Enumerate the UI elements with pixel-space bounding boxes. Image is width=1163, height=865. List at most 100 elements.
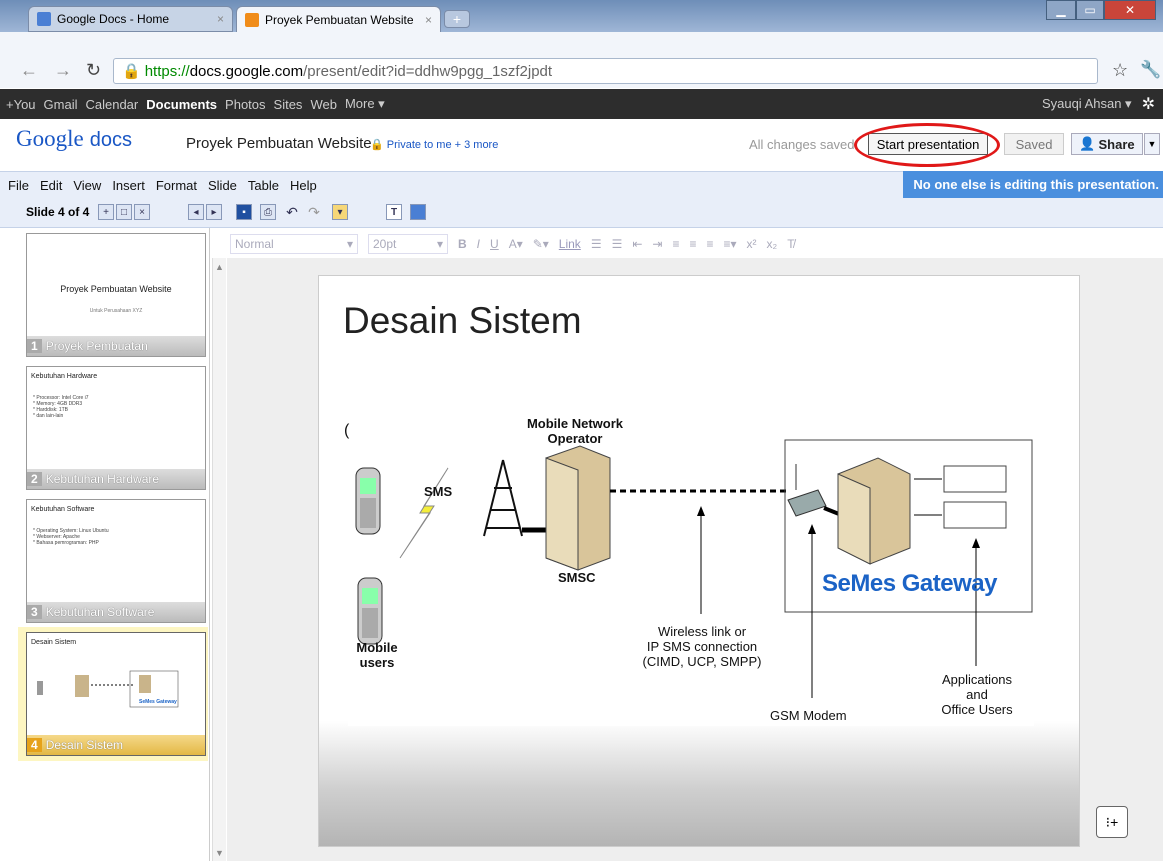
tab-docs-home[interactable]: Google Docs - Home × <box>28 6 233 32</box>
editing-notice: No one else is editing this presentation… <box>903 171 1163 198</box>
slide-thumbnail-3[interactable]: Kebutuhan Software * Operating System: L… <box>26 499 206 623</box>
close-tab-icon[interactable]: × <box>425 13 432 27</box>
align-left-icon[interactable]: ≡ <box>672 237 679 251</box>
gbar-link-photos[interactable]: Photos <box>225 97 265 112</box>
close-tab-icon[interactable]: × <box>217 12 224 26</box>
thumb-title: Desain Sistem <box>31 639 77 646</box>
maximize-button[interactable]: ▭ <box>1076 0 1104 20</box>
url-scheme: https:// <box>144 62 190 80</box>
numbered-list-icon[interactable]: ☰ <box>591 237 602 251</box>
print-icon[interactable]: ⎙ <box>260 204 276 220</box>
duplicate-slide-icon[interactable]: □ <box>116 204 132 220</box>
gbar-link-more[interactable]: More ▾ <box>345 96 385 112</box>
menu-format[interactable]: Format <box>156 178 197 193</box>
link-button[interactable]: Link <box>559 237 581 251</box>
increase-indent-icon[interactable]: ⇥ <box>652 237 662 251</box>
menu-insert[interactable]: Insert <box>112 178 145 193</box>
text-color-icon[interactable]: A▾ <box>509 237 523 251</box>
menu-edit[interactable]: Edit <box>40 178 62 193</box>
menu-slide[interactable]: Slide <box>208 178 237 193</box>
thumb-bullets: * Processor: Intel Core i7 * Memory: 4GB… <box>33 395 89 419</box>
line-spacing-icon[interactable]: ≡▾ <box>724 237 737 251</box>
superscript-icon[interactable]: x² <box>747 237 757 251</box>
document-title[interactable]: Proyek Pembuatan Website <box>186 135 372 152</box>
bookmark-star-icon[interactable]: ☆ <box>1112 60 1128 81</box>
system-diagram[interactable]: Mobile Network Operator SMS SMSC Mobile … <box>344 416 1034 726</box>
bold-icon[interactable]: B <box>458 237 467 251</box>
gateway-label: SeMes Gateway <box>822 570 997 597</box>
highlight-color-icon[interactable]: ✎▾ <box>533 237 549 251</box>
gear-icon[interactable]: ✲ <box>1142 94 1155 114</box>
clear-formatting-icon[interactable]: T̸ <box>787 237 794 251</box>
url-path: /present/edit?id=ddhw9pgg_1szf2jpdt <box>303 62 553 80</box>
gbar-link-you[interactable]: +You <box>6 97 36 112</box>
gbar-link-sites[interactable]: Sites <box>274 97 303 112</box>
saved-button[interactable]: Saved <box>1004 133 1064 155</box>
scroll-down-icon[interactable]: ▼ <box>215 848 224 858</box>
google-docs-logo[interactable]: Google docs <box>16 126 132 152</box>
style-select[interactable]: Normal ▾ <box>230 234 358 254</box>
svg-text:SeMes Gateway: SeMes Gateway <box>139 699 177 705</box>
gbar-link-gmail[interactable]: Gmail <box>44 97 78 112</box>
menu-table[interactable]: Table <box>248 178 279 193</box>
server-icon <box>545 445 611 571</box>
gbar-user-area: Syauqi Ahsan ▾ ✲ <box>1042 89 1155 119</box>
slide-title[interactable]: Desain Sistem <box>343 300 582 342</box>
menu-file[interactable]: File <box>8 178 29 193</box>
slide-thumbnail-4[interactable]: Desain Sistem SeMes Gateway 4 Desain Sist… <box>26 632 206 756</box>
forward-icon[interactable]: → <box>54 60 72 81</box>
scroll-up-icon[interactable]: ▲ <box>215 262 224 272</box>
delete-slide-icon[interactable]: × <box>134 204 150 220</box>
thumb-label: 1 Proyek Pembuatan <box>27 336 205 356</box>
paren-text: ( <box>344 422 350 439</box>
minimize-button[interactable]: ▁ <box>1046 0 1076 20</box>
slide-thumbnail-2[interactable]: Kebutuhan Hardware * Processor: Intel Co… <box>26 366 206 490</box>
move-slide-down-icon[interactable]: ▸ <box>206 204 222 220</box>
text-box-icon[interactable]: T <box>386 204 402 220</box>
subscript-icon[interactable]: x₂ <box>767 237 778 251</box>
tab-presentation[interactable]: Proyek Pembuatan Website × <box>236 6 441 32</box>
menu-help[interactable]: Help <box>290 178 317 193</box>
share-dropdown-icon[interactable]: ▼ <box>1144 133 1160 155</box>
reload-icon[interactable]: ↻ <box>86 60 101 81</box>
redo-icon[interactable]: ↷ <box>306 204 322 220</box>
thumb-subtitle: Untuk Perusahaan XYZ <box>89 308 143 314</box>
align-right-icon[interactable]: ≡ <box>707 237 714 251</box>
add-slide-icon[interactable]: + <box>98 204 114 220</box>
back-icon[interactable]: ← <box>20 60 38 81</box>
privacy-link[interactable]: 🔒 Private to me + 3 more <box>370 138 498 151</box>
gbar-link-documents[interactable]: Documents <box>146 97 217 112</box>
menu-view[interactable]: View <box>73 178 101 193</box>
image-icon[interactable] <box>410 204 426 220</box>
save-icon[interactable]: ▪ <box>236 204 252 220</box>
bulleted-list-icon[interactable]: ☰ <box>612 237 623 251</box>
share-button[interactable]: 👤 Share <box>1071 133 1143 155</box>
lock-small-icon: 🔒 <box>370 139 387 151</box>
gbar-link-web[interactable]: Web <box>310 97 337 112</box>
decrease-indent-icon[interactable]: ⇤ <box>632 237 642 251</box>
undo-icon[interactable]: ↶ <box>284 204 300 220</box>
insert-image-menu-icon[interactable]: ▾ <box>332 204 348 220</box>
url-host: docs.google.com <box>189 62 304 80</box>
thumb-label: 2 Kebutuhan Hardware <box>27 469 205 489</box>
thumb-number: 3 <box>27 605 42 619</box>
move-slide-up-icon[interactable]: ◂ <box>188 204 204 220</box>
user-menu[interactable]: Syauqi Ahsan ▾ <box>1042 96 1132 112</box>
underline-icon[interactable]: U <box>490 237 499 251</box>
slide-thumbnail-1[interactable]: Proyek Pembuatan Website Untuk Perusahaa… <box>26 233 206 357</box>
align-center-icon[interactable]: ≡ <box>689 237 696 251</box>
speaker-notes-icon[interactable]: ⁝+ <box>1096 806 1128 838</box>
google-bar: +You Gmail Calendar Documents Photos Sit… <box>0 89 1163 119</box>
sidebar-scrollbar[interactable] <box>212 258 226 861</box>
wrench-icon[interactable]: 🔧 <box>1140 60 1161 80</box>
logo-google: Google <box>16 126 84 151</box>
url-input[interactable]: 🔒 https://docs.google.com/present/edit?i… <box>113 58 1098 84</box>
privacy-text: Private to me + 3 more <box>386 139 499 151</box>
close-window-button[interactable]: ✕ <box>1104 0 1156 20</box>
new-tab-button[interactable]: + <box>444 10 470 28</box>
italic-icon[interactable]: I <box>477 237 480 251</box>
font-size-select[interactable]: 20pt ▾ <box>368 234 448 254</box>
gbar-link-calendar[interactable]: Calendar <box>85 97 138 112</box>
thumb-label-text: Proyek Pembuatan <box>45 339 148 353</box>
mobile-users-label: Mobile users <box>356 640 398 670</box>
